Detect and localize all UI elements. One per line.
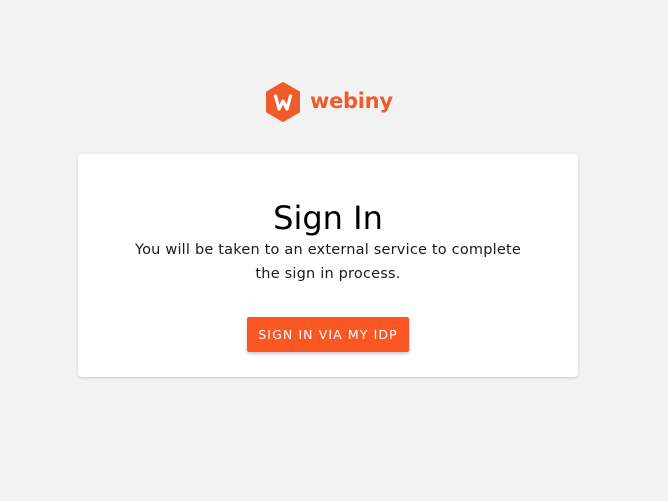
signin-description: You will be taken to an external service…: [134, 242, 522, 282]
webiny-logo: webiny: [265, 82, 393, 122]
signin-title: Sign In: [273, 199, 383, 237]
login-page: webiny Sign In You will be taken to an e…: [0, 0, 668, 501]
signin-card: Sign In You will be taken to an external…: [78, 154, 578, 377]
brand-wordmark: webiny: [310, 88, 393, 113]
signin-idp-button[interactable]: SIGN IN VIA MY IDP: [247, 317, 409, 352]
webiny-hexagon-icon: [266, 82, 300, 122]
